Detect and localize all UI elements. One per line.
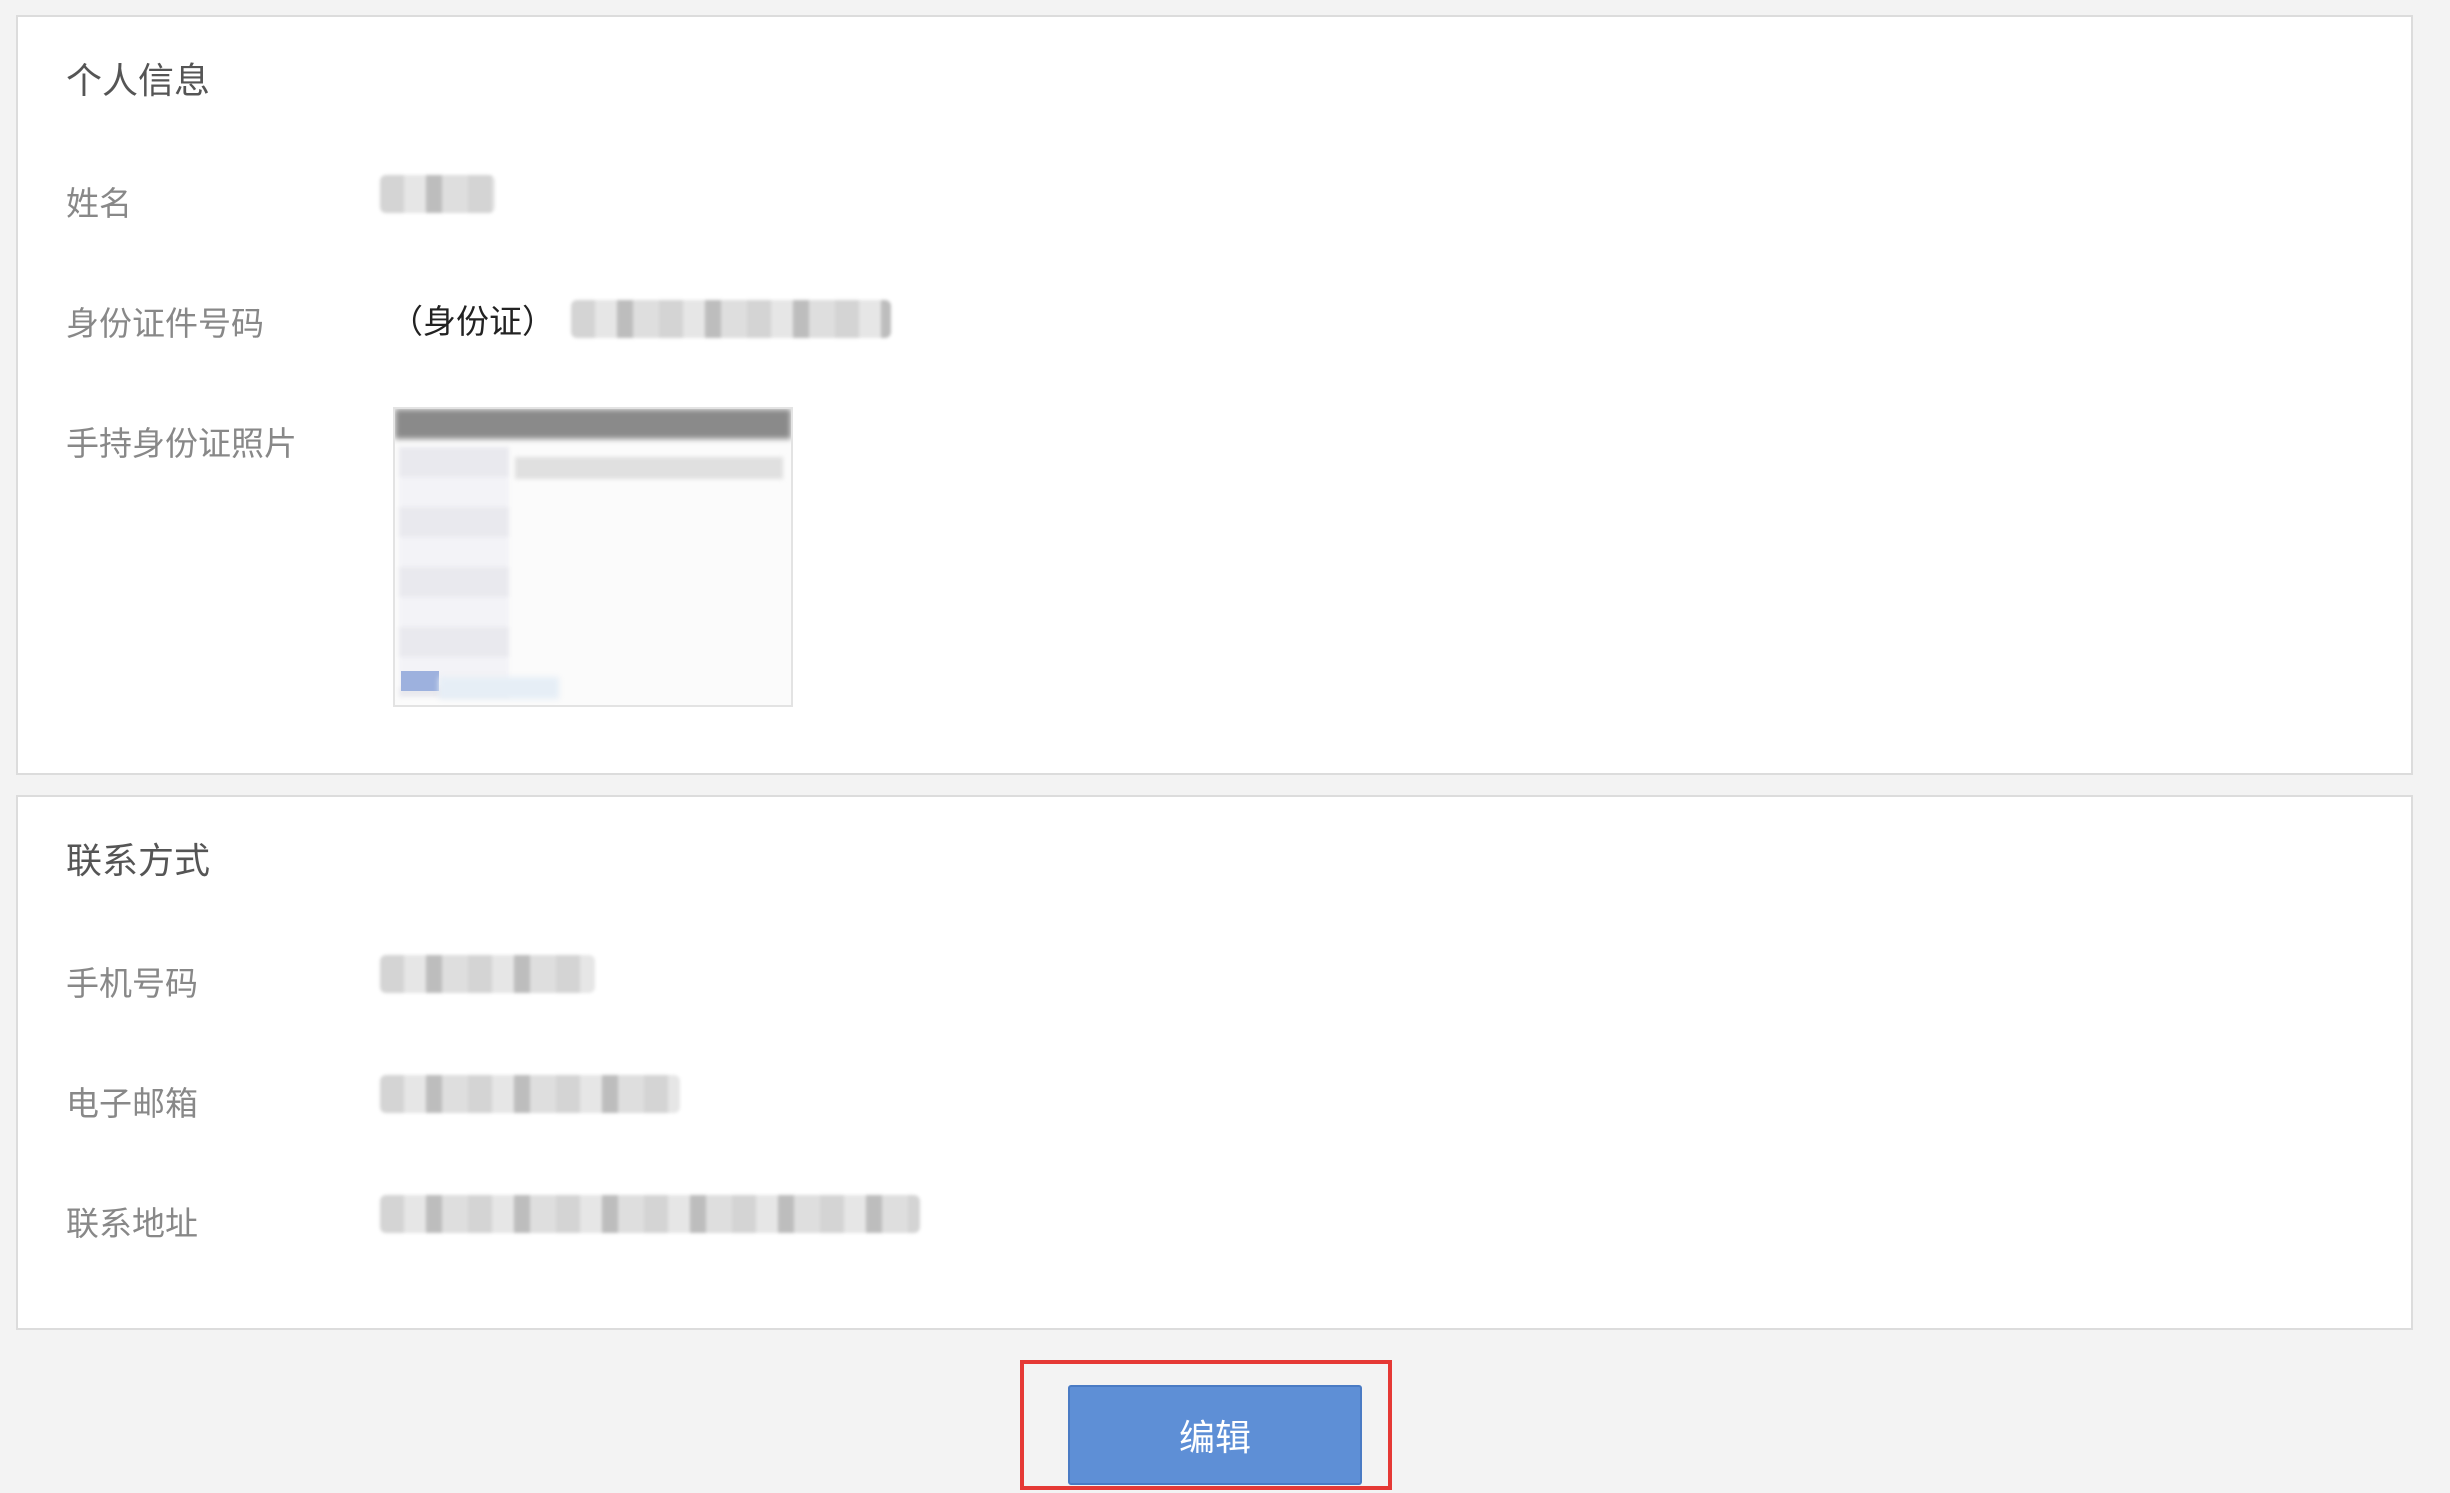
personal-info-panel: 个人信息 姓名 身份证件号码 （身份证） 手持身份证照片 [16,15,2413,775]
address-label: 联系地址 [66,1204,198,1243]
photo-redacted-area [439,677,559,699]
id-type-prefix: （身份证） [390,302,555,341]
id-photo-thumbnail[interactable] [393,407,793,707]
name-value [380,175,495,213]
edit-button[interactable]: 编辑 [1068,1385,1362,1485]
redacted-phone [380,955,595,993]
name-label: 姓名 [66,184,132,223]
phone-label: 手机号码 [66,964,198,1003]
address-value [380,1195,920,1233]
photo-redacted-area [401,671,439,691]
redacted-name [380,175,495,213]
personal-info-title: 个人信息 [66,61,211,102]
id-number-value: （身份证） [390,295,891,343]
email-value [380,1075,680,1113]
redacted-id-number [571,300,891,338]
profile-page: 个人信息 姓名 身份证件号码 （身份证） 手持身份证照片 联系方式 手机号码 电… [0,0,2450,1493]
phone-value [380,955,595,993]
photo-redacted-area [515,457,783,479]
contact-info-title: 联系方式 [66,841,211,882]
id-photo-label: 手持身份证照片 [66,424,297,463]
contact-info-panel: 联系方式 手机号码 电子邮箱 联系地址 [16,795,2413,1330]
email-label: 电子邮箱 [66,1084,198,1123]
redacted-email [380,1075,680,1113]
photo-redacted-area [395,409,791,439]
redacted-address [380,1195,920,1233]
id-number-label: 身份证件号码 [66,304,264,343]
photo-redacted-area [399,447,509,697]
